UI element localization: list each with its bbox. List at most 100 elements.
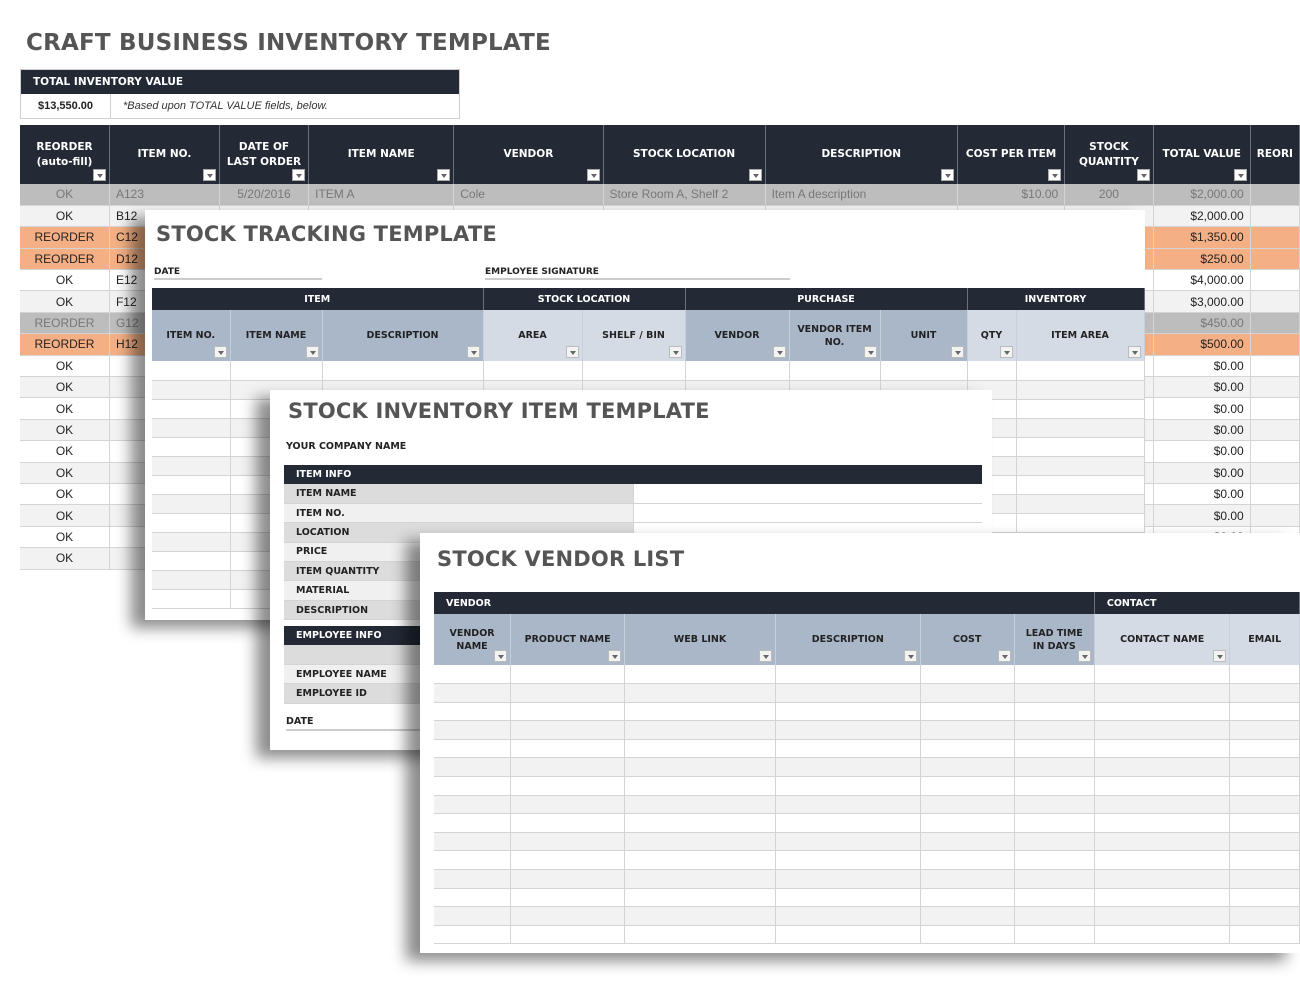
filter-dropdown-icon[interactable] — [748, 169, 762, 181]
vendor-cell[interactable] — [434, 869, 512, 889]
vendor-cell[interactable] — [434, 813, 512, 833]
vendor-cell[interactable] — [1229, 888, 1300, 908]
vendor-cell[interactable] — [1229, 776, 1300, 796]
tracking-cell[interactable] — [152, 399, 231, 419]
filter-dropdown-icon[interactable] — [1048, 169, 1062, 181]
vendor-cell[interactable] — [920, 795, 1015, 815]
vendor-cell[interactable] — [434, 776, 512, 796]
vendor-cell[interactable] — [1014, 739, 1095, 759]
vendor-cell[interactable] — [1014, 869, 1095, 889]
vendor-cell[interactable] — [1094, 869, 1231, 889]
filter-dropdown-icon[interactable] — [668, 346, 682, 358]
vendor-cell[interactable] — [624, 757, 776, 778]
tracking-cell[interactable] — [152, 513, 231, 533]
tracking-cell[interactable] — [152, 437, 231, 457]
vendor-cell[interactable] — [775, 776, 921, 796]
vendor-cell[interactable] — [775, 888, 921, 908]
vendor-cell[interactable] — [775, 702, 921, 722]
vendor-cell[interactable] — [624, 906, 776, 926]
cell-reorder-extra[interactable] — [1250, 290, 1300, 313]
cell-reorder[interactable]: REORDER — [20, 226, 110, 249]
filter-dropdown-icon[interactable] — [305, 346, 319, 358]
tracking-cell[interactable] — [1016, 437, 1145, 457]
tracking-cell[interactable] — [152, 494, 231, 514]
date-field[interactable]: DATE — [154, 267, 322, 280]
tracking-cell[interactable] — [1016, 513, 1145, 533]
vendor-cell[interactable] — [434, 683, 512, 703]
vendor-cell[interactable] — [1014, 665, 1095, 685]
cell-reorder[interactable]: OK — [20, 205, 110, 228]
tracking-cell[interactable] — [685, 361, 790, 381]
cell-reorder-extra[interactable] — [1250, 504, 1300, 527]
vendor-cell[interactable] — [920, 757, 1015, 778]
cell-reorder-extra[interactable] — [1250, 248, 1300, 271]
vendor-cell[interactable] — [775, 832, 921, 852]
cell-reorder[interactable]: OK — [20, 462, 110, 484]
cell-total[interactable]: $500.00 — [1153, 333, 1251, 356]
employee-signature-field[interactable]: EMPLOYEE SIGNATURE — [485, 267, 790, 280]
vendor-cell[interactable] — [920, 850, 1015, 871]
cell-reorder-extra[interactable] — [1250, 397, 1300, 420]
vendor-cell[interactable] — [510, 888, 626, 908]
tracking-cell[interactable] — [322, 361, 484, 381]
cell-reorder[interactable]: OK — [20, 504, 110, 527]
cell-total[interactable]: $0.00 — [1153, 483, 1251, 506]
cell-total[interactable]: $0.00 — [1153, 397, 1251, 420]
vendor-cell[interactable] — [1094, 683, 1231, 703]
vendor-cell[interactable] — [920, 702, 1015, 722]
cell-total[interactable]: $2,000.00 — [1153, 205, 1251, 228]
vendor-cell[interactable] — [1094, 813, 1231, 833]
vendor-cell[interactable] — [624, 720, 776, 740]
filter-dropdown-icon[interactable] — [903, 650, 917, 662]
vendor-cell[interactable] — [1229, 683, 1300, 703]
vendor-cell[interactable] — [434, 850, 512, 871]
vendor-cell[interactable] — [775, 739, 921, 759]
tracking-cell[interactable] — [152, 532, 231, 552]
cell-total[interactable]: $0.00 — [1153, 419, 1251, 442]
vendor-cell[interactable] — [920, 906, 1015, 926]
vendor-cell[interactable] — [1094, 795, 1231, 815]
vendor-cell[interactable] — [775, 850, 921, 871]
tracking-cell[interactable] — [1016, 380, 1145, 400]
vendor-cell[interactable] — [624, 850, 776, 871]
tracking-cell[interactable] — [1016, 399, 1145, 419]
tracking-cell[interactable] — [1016, 475, 1145, 495]
vendor-cell[interactable] — [775, 683, 921, 703]
cell-reorder[interactable]: REORDER — [20, 248, 110, 271]
vendor-cell[interactable] — [510, 665, 626, 685]
tracking-cell[interactable] — [230, 361, 323, 381]
cell-total[interactable]: $4,000.00 — [1153, 269, 1251, 292]
vendor-cell[interactable] — [775, 925, 921, 945]
filter-dropdown-icon[interactable] — [292, 169, 306, 181]
vendor-cell[interactable] — [1014, 776, 1095, 796]
vendor-cell[interactable] — [1229, 850, 1300, 871]
vendor-cell[interactable] — [1229, 757, 1300, 778]
vendor-cell[interactable] — [624, 832, 776, 852]
vendor-cell[interactable] — [624, 665, 776, 685]
vendor-cell[interactable] — [1229, 869, 1300, 889]
vendor-cell[interactable] — [1094, 888, 1231, 908]
vendor-cell[interactable] — [434, 925, 512, 945]
vendor-cell[interactable] — [1229, 832, 1300, 852]
vendor-cell[interactable] — [1094, 720, 1231, 740]
vendor-cell[interactable] — [510, 683, 626, 703]
vendor-cell[interactable] — [920, 739, 1015, 759]
cell-reorder-extra[interactable] — [1250, 462, 1300, 484]
vendor-cell[interactable] — [624, 795, 776, 815]
filter-dropdown-icon[interactable] — [758, 650, 772, 662]
vendor-cell[interactable] — [1014, 906, 1095, 926]
vendor-cell[interactable] — [920, 720, 1015, 740]
tracking-cell[interactable] — [152, 418, 231, 438]
vendor-cell[interactable] — [920, 869, 1015, 889]
vendor-cell[interactable] — [624, 683, 776, 703]
vendor-cell[interactable] — [1014, 702, 1095, 722]
tracking-cell[interactable] — [483, 361, 583, 381]
tracking-cell[interactable] — [880, 361, 968, 381]
vendor-cell[interactable] — [1094, 776, 1231, 796]
tracking-cell[interactable] — [152, 551, 231, 571]
filter-dropdown-icon[interactable] — [999, 346, 1013, 358]
cell-reorder[interactable]: OK — [20, 440, 110, 463]
filter-dropdown-icon[interactable] — [202, 169, 216, 181]
cell-reorder-extra[interactable] — [1250, 419, 1300, 442]
vendor-cell[interactable] — [434, 795, 512, 815]
